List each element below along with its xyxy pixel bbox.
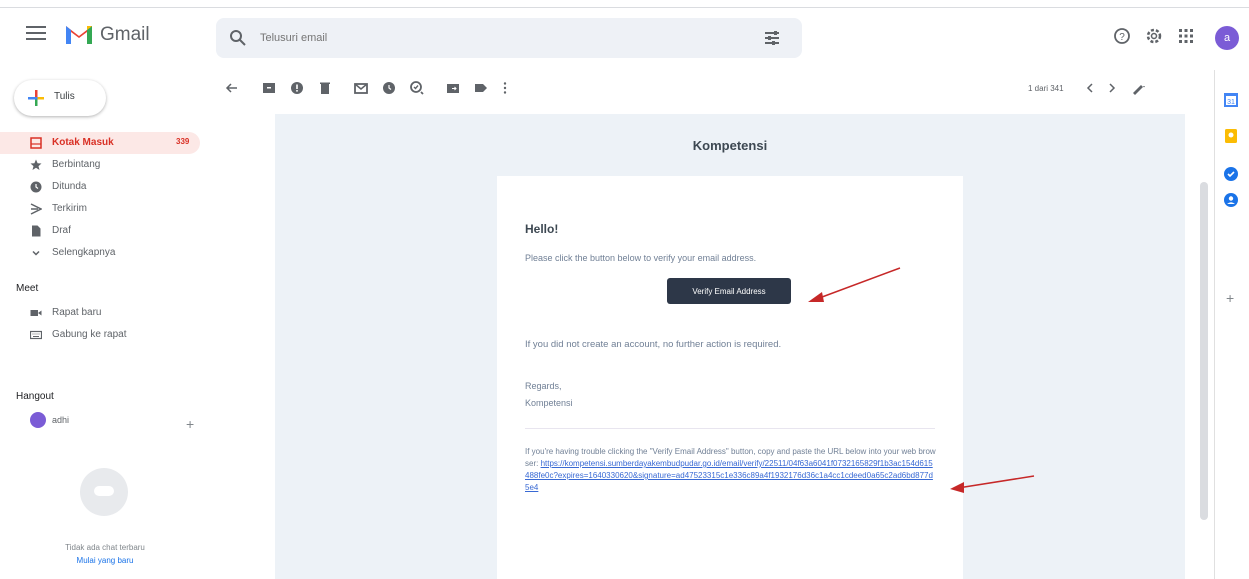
- move-to-icon[interactable]: [445, 80, 461, 96]
- more-options-icon[interactable]: [497, 80, 513, 96]
- brand-name: Gmail: [100, 24, 150, 45]
- sidebar-item-starred[interactable]: Berbintang: [0, 154, 200, 176]
- apps-grid-icon[interactable]: [1176, 26, 1196, 46]
- snooze-icon[interactable]: [381, 80, 397, 96]
- sidebar-item-drafts[interactable]: Draf: [0, 220, 200, 242]
- addons-divider: [1214, 70, 1215, 579]
- help-icon[interactable]: ?: [1112, 26, 1132, 46]
- pagination-text: 1 dari 341: [1028, 84, 1064, 93]
- settings-icon[interactable]: [1144, 26, 1164, 46]
- sidebar-item-inbox[interactable]: Kotak Masuk 339: [0, 132, 200, 154]
- hangout-user-name: adhi: [52, 415, 70, 425]
- contacts-addon-icon[interactable]: [1223, 192, 1239, 208]
- plus-icon: [28, 90, 44, 106]
- email-brand-heading: Kompetensi: [692, 138, 768, 153]
- verify-email-button[interactable]: Verify Email Address: [667, 278, 791, 304]
- sidebar-item-label: Kotak Masuk: [52, 137, 114, 148]
- window-top-border: [0, 0, 1249, 8]
- mark-unread-icon[interactable]: [353, 80, 369, 96]
- sidebar-item-new-meeting[interactable]: Rapat baru: [0, 302, 200, 324]
- email-signer: Kompetensi: [525, 398, 573, 408]
- send-icon: [30, 203, 42, 215]
- chevron-down-icon: [32, 250, 40, 256]
- clock-icon: [30, 181, 42, 193]
- sidebar-item-label: Draf: [52, 225, 71, 236]
- inbox-icon: [30, 137, 42, 149]
- email-trouble-paragraph: If you're having trouble clicking the "V…: [525, 446, 937, 494]
- main-menu-button[interactable]: [26, 26, 46, 42]
- sidebar-item-more[interactable]: Selengkapnya: [0, 242, 200, 264]
- svg-text:?: ?: [1119, 32, 1125, 43]
- svg-text:31: 31: [1227, 99, 1235, 106]
- search-icon[interactable]: [228, 28, 248, 48]
- sidebar-item-sent[interactable]: Terkirim: [0, 198, 200, 220]
- get-addons-icon[interactable]: +: [1226, 290, 1234, 306]
- email-greeting: Hello!: [525, 222, 559, 236]
- email-instruction: Please click the button below to verify …: [525, 253, 757, 263]
- search-options-icon[interactable]: [762, 28, 782, 48]
- sidebar-item-label: Terkirim: [52, 203, 87, 214]
- video-icon: [30, 310, 42, 316]
- unread-count: 339: [176, 137, 190, 146]
- annotation-arrow-button: [808, 267, 901, 302]
- account-avatar[interactable]: a: [1215, 26, 1239, 50]
- compose-label: Tulis: [54, 91, 75, 102]
- gmail-logo-icon: [66, 26, 92, 44]
- annotation-arrow-link: [950, 475, 1035, 493]
- search-bar[interactable]: [216, 18, 802, 58]
- email-no-action-text: If you did not create an account, no fur…: [525, 339, 782, 350]
- email-divider: [525, 428, 935, 429]
- compose-button[interactable]: Tulis: [14, 80, 106, 116]
- next-email-icon[interactable]: [1104, 80, 1120, 96]
- keyboard-icon: [30, 330, 42, 340]
- hangout-section-title: Hangout: [16, 391, 54, 402]
- search-input[interactable]: [260, 28, 740, 48]
- report-spam-icon[interactable]: [289, 80, 305, 96]
- add-task-icon[interactable]: [409, 80, 425, 96]
- email-body: Kompetensi Hello! Please click the butto…: [275, 114, 1185, 579]
- meet-section-title: Meet: [16, 283, 39, 294]
- email-scrollbar[interactable]: [1200, 182, 1208, 520]
- tasks-addon-icon[interactable]: [1223, 166, 1239, 182]
- verify-url-link[interactable]: https://kompetensi.sumberdayakembudpudar…: [525, 459, 933, 492]
- sidebar-item-label: Gabung ke rapat: [52, 329, 127, 340]
- email-regards: Regards,: [525, 381, 562, 391]
- sidebar-item-label: Rapat baru: [52, 307, 102, 318]
- hangout-user-avatar: [30, 412, 46, 428]
- prev-email-icon[interactable]: [1082, 80, 1098, 96]
- keep-addon-icon[interactable]: [1223, 128, 1239, 144]
- star-icon: [30, 159, 42, 170]
- back-arrow-icon[interactable]: [224, 80, 240, 96]
- calendar-addon-icon[interactable]: 31: [1223, 92, 1239, 108]
- sidebar-item-label: Ditunda: [52, 181, 87, 192]
- sidebar-item-label: Selengkapnya: [52, 247, 116, 258]
- sidebar-item-snoozed[interactable]: Ditunda: [0, 176, 200, 198]
- sidebar-item-join-meeting[interactable]: Gabung ke rapat: [0, 324, 200, 346]
- sidebar-item-label: Berbintang: [52, 159, 101, 170]
- delete-icon[interactable]: [317, 80, 333, 96]
- empty-chat-icon: [80, 468, 128, 516]
- label-icon[interactable]: [473, 80, 489, 96]
- email-card: Hello! Please click the button below to …: [497, 176, 963, 579]
- start-new-chat-link[interactable]: Mulai yang baru: [40, 556, 170, 565]
- input-tools-icon[interactable]: [1130, 80, 1146, 96]
- draft-icon: [32, 225, 41, 237]
- no-chat-text: Tidak ada chat terbaru: [65, 543, 145, 552]
- archive-icon[interactable]: [261, 80, 277, 96]
- add-hangout-icon[interactable]: +: [186, 416, 194, 432]
